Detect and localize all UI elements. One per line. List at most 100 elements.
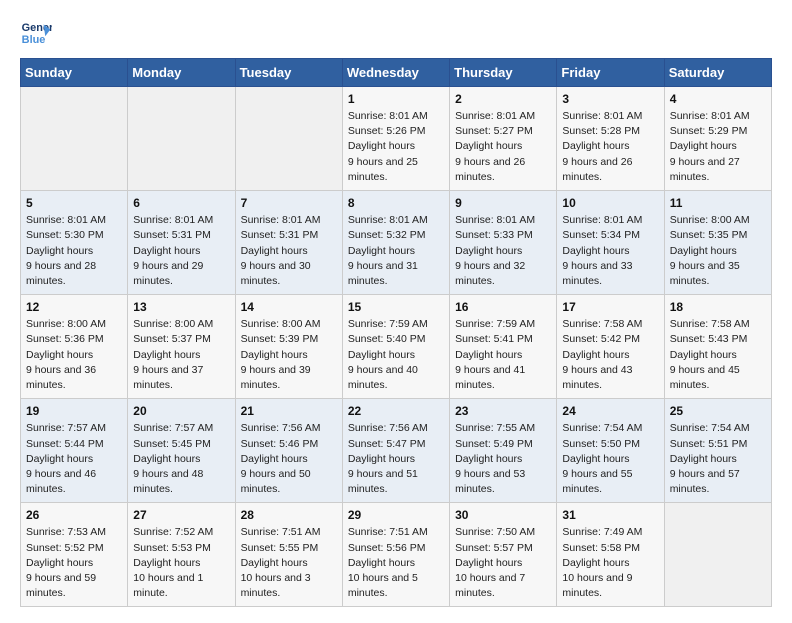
day-number: 19 (26, 404, 122, 418)
day-cell (128, 87, 235, 191)
day-number: 11 (670, 196, 766, 210)
day-number: 24 (562, 404, 658, 418)
header-row: SundayMondayTuesdayWednesdayThursdayFrid… (21, 59, 772, 87)
day-number: 20 (133, 404, 229, 418)
header-day-sunday: Sunday (21, 59, 128, 87)
calendar-body: 1Sunrise: 8:01 AMSunset: 5:26 PMDaylight… (21, 87, 772, 607)
week-row-5: 26 Sunrise: 7:53 AMSunset: 5:52 PMDayligh… (21, 503, 772, 607)
day-cell: 21 Sunrise: 7:56 AMSunset: 5:46 PMDayligh… (235, 399, 342, 503)
day-cell: 13 Sunrise: 8:00 AMSunset: 5:37 PMDayligh… (128, 295, 235, 399)
day-cell: 27 Sunrise: 7:52 AMSunset: 5:53 PMDayligh… (128, 503, 235, 607)
day-cell: 19 Sunrise: 7:57 AMSunset: 5:44 PMDayligh… (21, 399, 128, 503)
day-cell: 24 Sunrise: 7:54 AMSunset: 5:50 PMDayligh… (557, 399, 664, 503)
day-info: Sunrise: 8:01 AMSunset: 5:31 PMDaylight … (133, 213, 229, 289)
day-number: 25 (670, 404, 766, 418)
day-number: 16 (455, 300, 551, 314)
day-number: 15 (348, 300, 444, 314)
day-cell: 22 Sunrise: 7:56 AMSunset: 5:47 PMDayligh… (342, 399, 449, 503)
header-day-tuesday: Tuesday (235, 59, 342, 87)
day-number: 13 (133, 300, 229, 314)
day-cell: 29Sunrise: 7:51 AMSunset: 5:56 PMDayligh… (342, 503, 449, 607)
day-info: Sunrise: 7:52 AMSunset: 5:53 PMDaylight … (133, 525, 229, 601)
day-number: 28 (241, 508, 337, 522)
calendar-header: SundayMondayTuesdayWednesdayThursdayFrid… (21, 59, 772, 87)
day-cell: 17Sunrise: 7:58 AMSunset: 5:42 PMDayligh… (557, 295, 664, 399)
day-cell: 23 Sunrise: 7:55 AMSunset: 5:49 PMDayligh… (450, 399, 557, 503)
day-cell: 8Sunrise: 8:01 AMSunset: 5:32 PMDaylight… (342, 191, 449, 295)
day-cell: 28 Sunrise: 7:51 AMSunset: 5:55 PMDayligh… (235, 503, 342, 607)
day-number: 8 (348, 196, 444, 210)
day-info: Sunrise: 7:59 AMSunset: 5:41 PMDaylight … (455, 317, 551, 393)
day-number: 9 (455, 196, 551, 210)
day-info: Sunrise: 7:49 AMSunset: 5:58 PMDaylight … (562, 525, 658, 601)
day-number: 22 (348, 404, 444, 418)
day-number: 10 (562, 196, 658, 210)
day-info: Sunrise: 7:50 AMSunset: 5:57 PMDaylight … (455, 525, 551, 601)
header-day-friday: Friday (557, 59, 664, 87)
day-info: Sunrise: 7:58 AMSunset: 5:43 PMDaylight … (670, 317, 766, 393)
day-info: Sunrise: 7:57 AMSunset: 5:45 PMDaylight … (133, 421, 229, 497)
day-cell: 3Sunrise: 8:01 AMSunset: 5:28 PMDaylight… (557, 87, 664, 191)
day-number: 18 (670, 300, 766, 314)
day-cell: 6 Sunrise: 8:01 AMSunset: 5:31 PMDaylight… (128, 191, 235, 295)
day-info: Sunrise: 8:01 AMSunset: 5:34 PMDaylight … (562, 213, 658, 289)
day-info: Sunrise: 8:01 AMSunset: 5:28 PMDaylight … (562, 109, 658, 185)
day-info: Sunrise: 8:01 AMSunset: 5:33 PMDaylight … (455, 213, 551, 289)
day-info: Sunrise: 7:54 AMSunset: 5:50 PMDaylight … (562, 421, 658, 497)
day-cell: 15Sunrise: 7:59 AMSunset: 5:40 PMDayligh… (342, 295, 449, 399)
day-number: 29 (348, 508, 444, 522)
day-number: 7 (241, 196, 337, 210)
day-info: Sunrise: 7:55 AMSunset: 5:49 PMDaylight … (455, 421, 551, 497)
day-cell: 2 Sunrise: 8:01 AMSunset: 5:27 PMDaylight… (450, 87, 557, 191)
day-number: 12 (26, 300, 122, 314)
day-info: Sunrise: 8:00 AMSunset: 5:35 PMDaylight … (670, 213, 766, 289)
logo: General Blue (20, 16, 52, 48)
day-number: 2 (455, 92, 551, 106)
day-info: Sunrise: 7:56 AMSunset: 5:47 PMDaylight … (348, 421, 444, 497)
header-day-monday: Monday (128, 59, 235, 87)
day-info: Sunrise: 7:53 AMSunset: 5:52 PMDaylight … (26, 525, 122, 601)
day-info: Sunrise: 7:56 AMSunset: 5:46 PMDaylight … (241, 421, 337, 497)
day-cell: 5 Sunrise: 8:01 AMSunset: 5:30 PMDaylight… (21, 191, 128, 295)
header-day-thursday: Thursday (450, 59, 557, 87)
day-info: Sunrise: 8:00 AMSunset: 5:36 PMDaylight … (26, 317, 122, 393)
day-number: 5 (26, 196, 122, 210)
day-info: Sunrise: 8:01 AMSunset: 5:27 PMDaylight … (455, 109, 551, 185)
day-cell: 16 Sunrise: 7:59 AMSunset: 5:41 PMDayligh… (450, 295, 557, 399)
day-info: Sunrise: 7:58 AMSunset: 5:42 PMDaylight … (562, 317, 658, 393)
day-info: Sunrise: 8:00 AMSunset: 5:37 PMDaylight … (133, 317, 229, 393)
day-info: Sunrise: 8:01 AMSunset: 5:30 PMDaylight … (26, 213, 122, 289)
day-cell: 9 Sunrise: 8:01 AMSunset: 5:33 PMDaylight… (450, 191, 557, 295)
day-info: Sunrise: 8:00 AMSunset: 5:39 PMDaylight … (241, 317, 337, 393)
header: General Blue (20, 16, 772, 48)
day-cell: 25Sunrise: 7:54 AMSunset: 5:51 PMDayligh… (664, 399, 771, 503)
day-info: Sunrise: 8:01 AMSunset: 5:31 PMDaylight … (241, 213, 337, 289)
day-number: 27 (133, 508, 229, 522)
day-cell: 31Sunrise: 7:49 AMSunset: 5:58 PMDayligh… (557, 503, 664, 607)
day-number: 30 (455, 508, 551, 522)
day-cell: 18 Sunrise: 7:58 AMSunset: 5:43 PMDayligh… (664, 295, 771, 399)
day-number: 14 (241, 300, 337, 314)
day-cell: 1Sunrise: 8:01 AMSunset: 5:26 PMDaylight… (342, 87, 449, 191)
day-cell: 12 Sunrise: 8:00 AMSunset: 5:36 PMDayligh… (21, 295, 128, 399)
logo-icon: General Blue (20, 16, 52, 48)
header-day-saturday: Saturday (664, 59, 771, 87)
day-number: 26 (26, 508, 122, 522)
day-cell: 4 Sunrise: 8:01 AMSunset: 5:29 PMDaylight… (664, 87, 771, 191)
day-cell: 26 Sunrise: 7:53 AMSunset: 5:52 PMDayligh… (21, 503, 128, 607)
day-cell (664, 503, 771, 607)
day-number: 23 (455, 404, 551, 418)
header-day-wednesday: Wednesday (342, 59, 449, 87)
day-number: 4 (670, 92, 766, 106)
day-info: Sunrise: 8:01 AMSunset: 5:29 PMDaylight … (670, 109, 766, 185)
day-number: 6 (133, 196, 229, 210)
day-cell: 20 Sunrise: 7:57 AMSunset: 5:45 PMDayligh… (128, 399, 235, 503)
day-cell: 30 Sunrise: 7:50 AMSunset: 5:57 PMDayligh… (450, 503, 557, 607)
calendar-page: General Blue SundayMondayTuesdayWednesda… (0, 0, 792, 623)
day-info: Sunrise: 7:51 AMSunset: 5:55 PMDaylight … (241, 525, 337, 601)
day-number: 21 (241, 404, 337, 418)
day-info: Sunrise: 8:01 AMSunset: 5:26 PMDaylight … (348, 109, 444, 185)
day-info: Sunrise: 7:57 AMSunset: 5:44 PMDaylight … (26, 421, 122, 497)
calendar-table: SundayMondayTuesdayWednesdayThursdayFrid… (20, 58, 772, 607)
week-row-1: 1Sunrise: 8:01 AMSunset: 5:26 PMDaylight… (21, 87, 772, 191)
